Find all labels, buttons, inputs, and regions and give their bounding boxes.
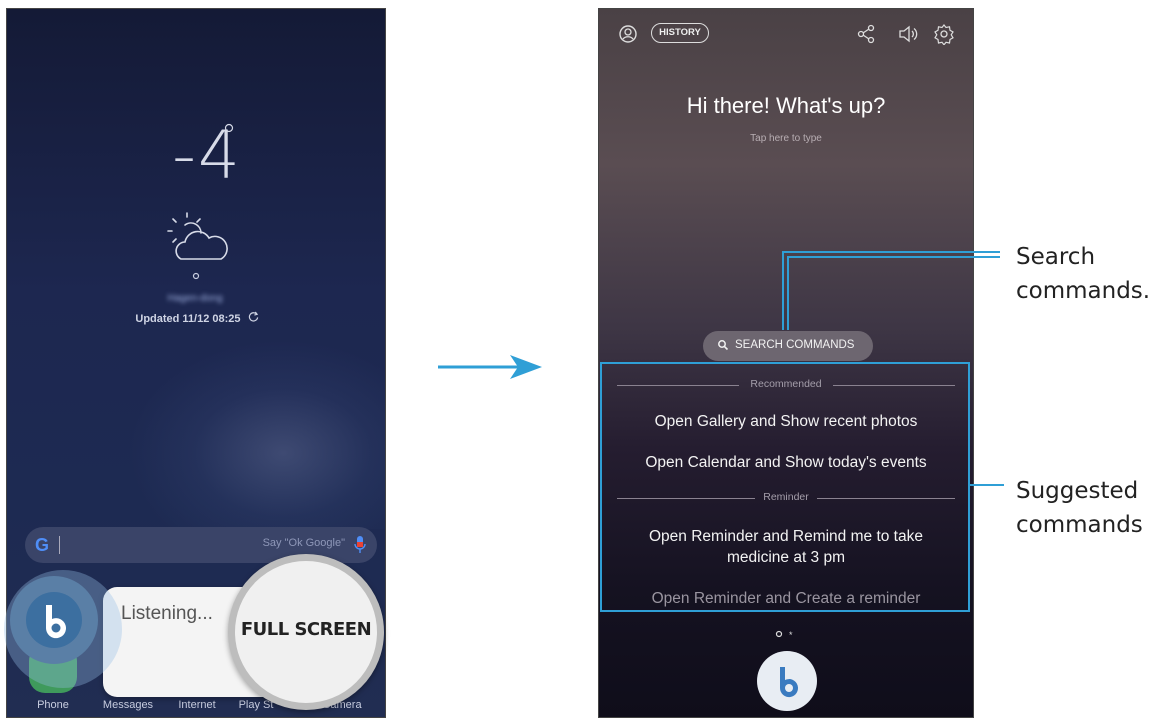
greeting-text: Hi there! What's up? — [686, 93, 886, 118]
suggested-commands-highlight — [600, 362, 970, 612]
settings-gear-icon[interactable] — [933, 23, 955, 45]
search-commands-label: SEARCH COMMANDS — [735, 339, 855, 351]
temperature: -4 — [172, 117, 242, 194]
volume-icon[interactable] — [897, 23, 919, 45]
dock-label-internet: Internet — [178, 699, 216, 711]
google-logo: G — [35, 535, 50, 555]
refresh-icon[interactable] — [248, 311, 259, 322]
bixby-b-icon — [779, 667, 798, 698]
callout-line: Search — [1016, 244, 1096, 270]
google-search-placeholder: Say "Ok Google" — [262, 537, 345, 549]
full-screen-button[interactable]: FULL SCREEN — [235, 619, 377, 640]
dock-label-phone: Phone — [37, 699, 69, 711]
svg-text:*: * — [789, 630, 793, 639]
bixby-button[interactable] — [10, 576, 98, 664]
location-icon — [192, 272, 200, 280]
page-indicator: * — [775, 630, 793, 639]
bixby-voice-button[interactable] — [757, 651, 817, 711]
suggested-callout-pointer — [970, 484, 1004, 486]
search-commands-callout: Search commands. — [1016, 240, 1150, 308]
wallpaper-sparkle — [127, 339, 385, 529]
listening-text: Listening... — [121, 603, 213, 624]
updated-text: Updated 11/12 08:25 — [135, 313, 241, 325]
tap-to-type[interactable]: Tap here to type — [599, 133, 973, 144]
suggested-commands-callout: Suggested commands — [1016, 474, 1143, 542]
bixby-b-icon — [45, 605, 66, 639]
callout-line: Suggested — [1016, 478, 1139, 504]
history-button[interactable]: HISTORY — [651, 23, 709, 43]
weather-updated: Updated 11/12 08:25 — [87, 311, 307, 325]
profile-icon[interactable] — [617, 23, 639, 45]
search-callout-pointer — [782, 251, 1000, 330]
callout-line: commands — [1016, 512, 1143, 538]
dock-label-messages: Messages — [102, 699, 154, 711]
transition-arrow-icon — [438, 355, 542, 379]
share-icon[interactable] — [855, 23, 877, 45]
callout-line: commands. — [1016, 278, 1151, 304]
bixby-button-core — [26, 592, 82, 648]
search-commands-button[interactable]: SEARCH COMMANDS — [703, 331, 873, 361]
degree-icon — [224, 123, 234, 133]
microphone-icon[interactable] — [353, 535, 367, 555]
search-icon — [718, 340, 729, 351]
text-cursor — [59, 536, 60, 554]
location-name: Hagen-dong — [167, 293, 223, 304]
full-screen-magnifier[interactable]: FULL SCREEN — [228, 554, 384, 710]
partly-cloudy-icon — [167, 212, 228, 260]
